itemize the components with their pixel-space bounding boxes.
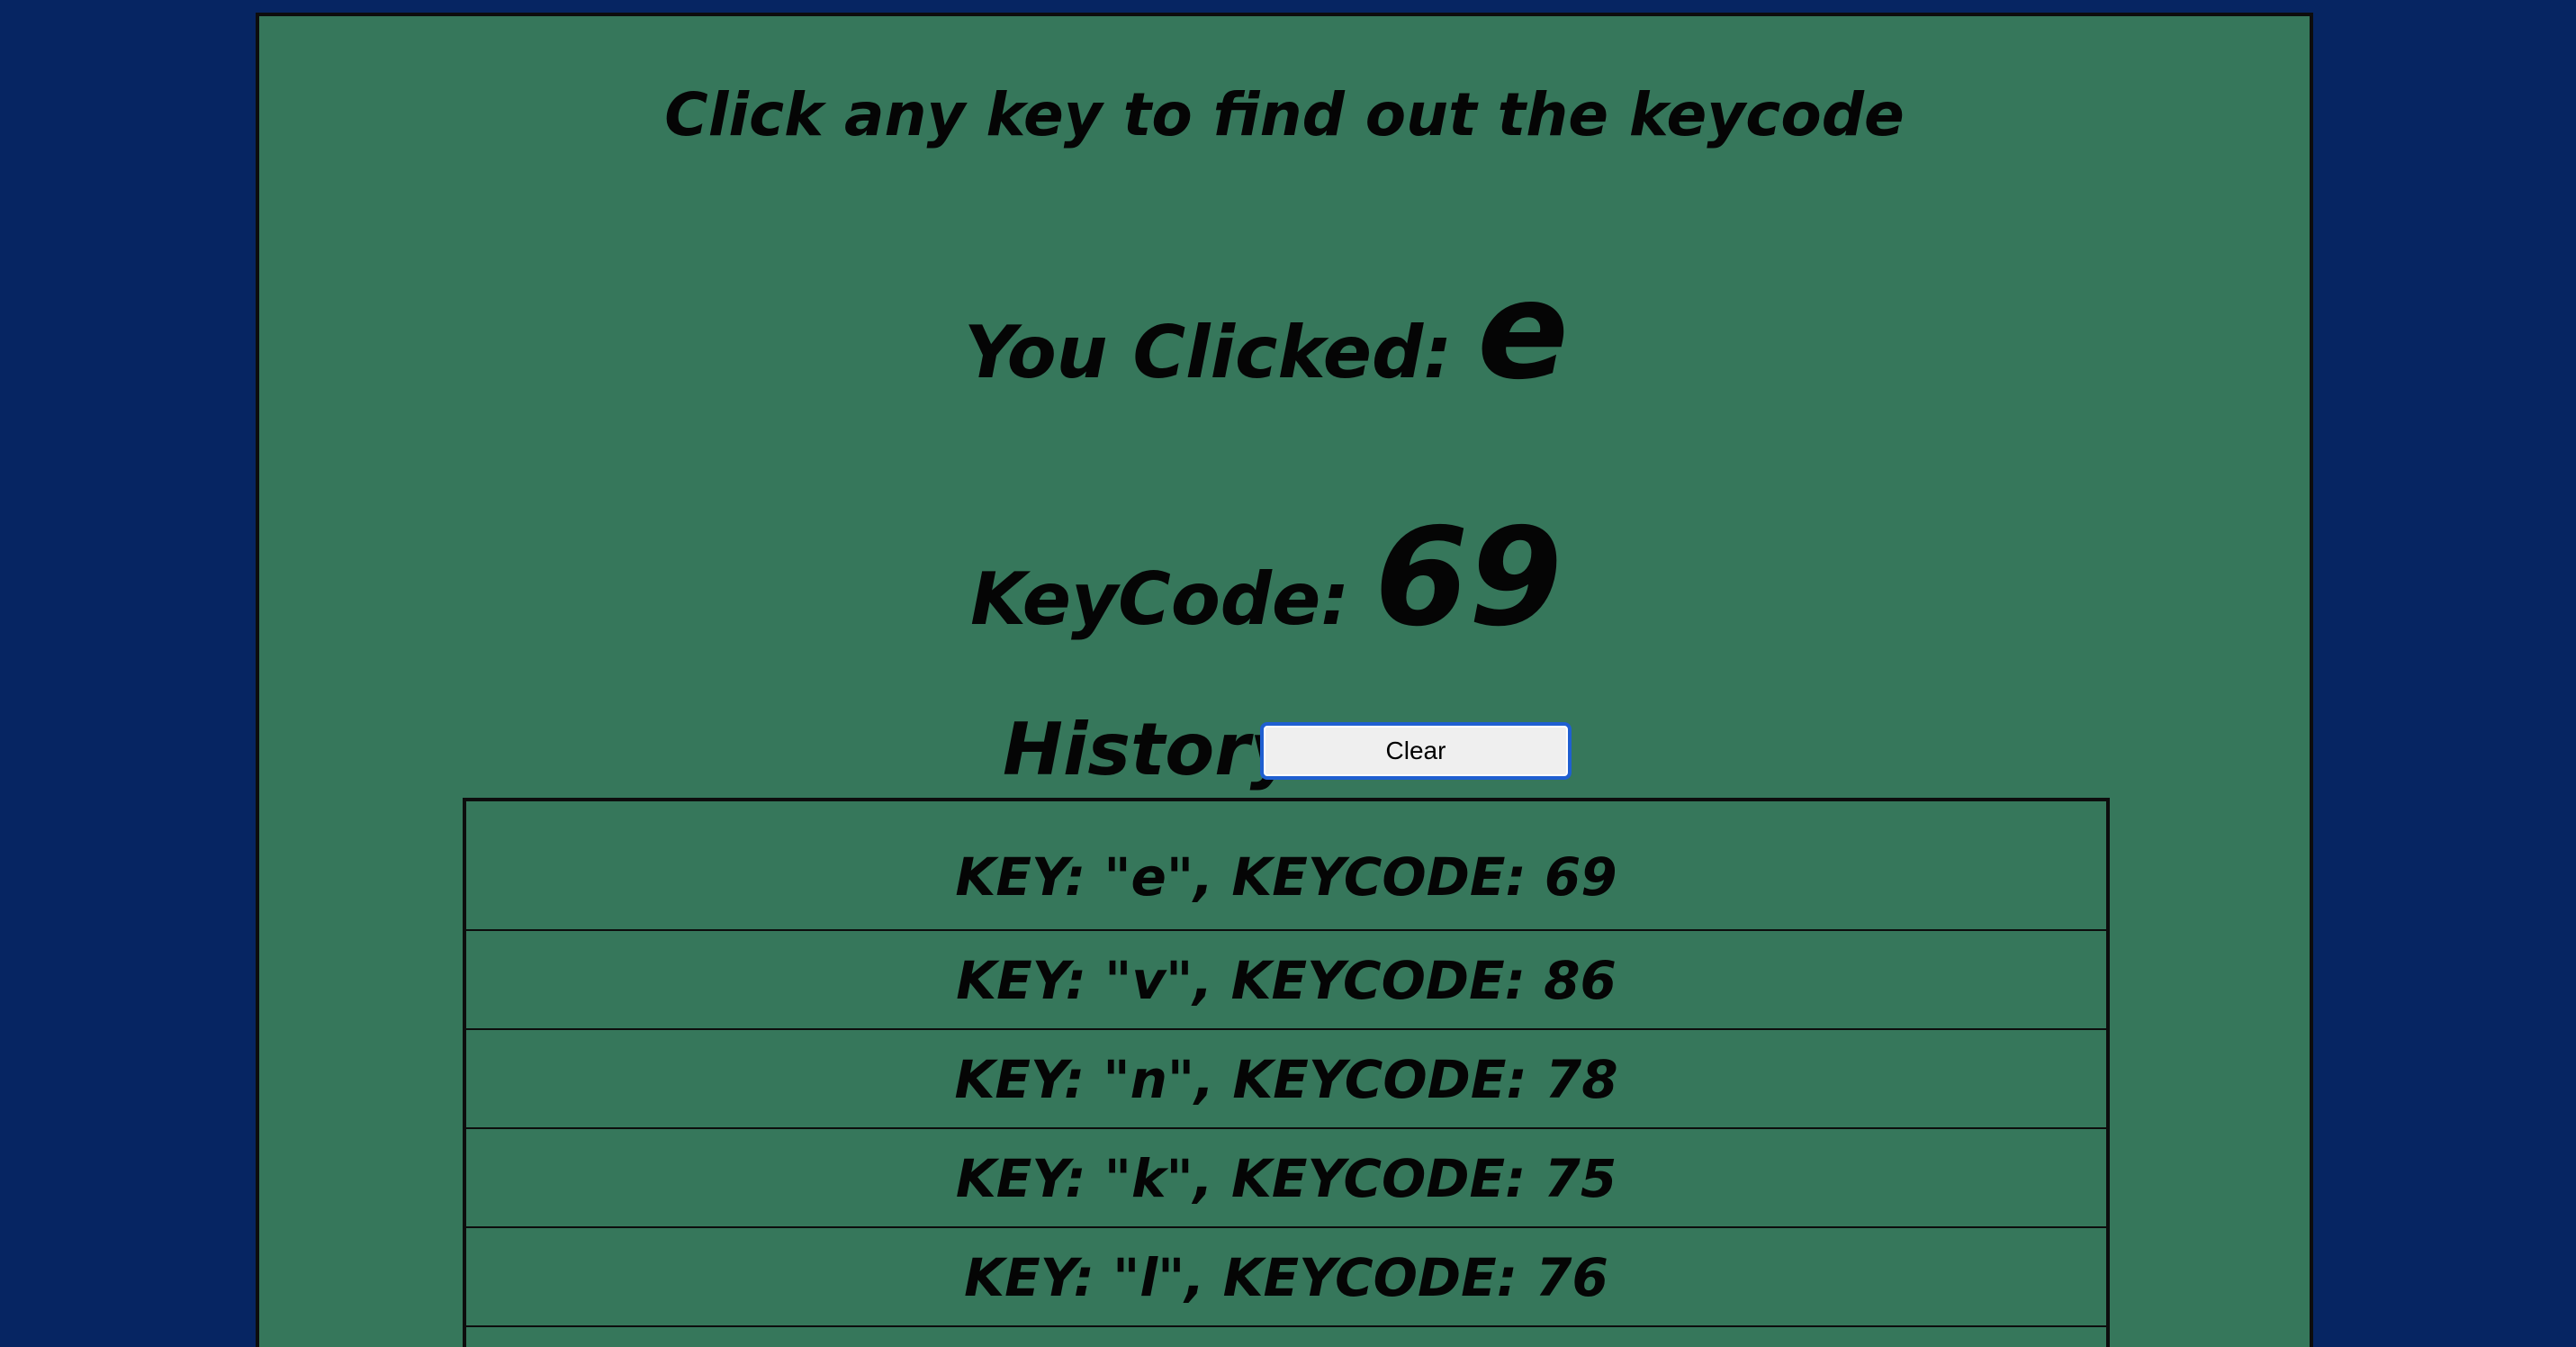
keycode-display: KeyCode: 69 bbox=[241, 488, 2292, 690]
clicked-display: You Clicked: e bbox=[241, 259, 2292, 425]
history-list: KEY: "e", KEYCODE: 69 KEY: "v", KEYCODE:… bbox=[466, 801, 2106, 1327]
clicked-label: You Clicked: bbox=[964, 311, 1453, 394]
history-item: KEY: "e", KEYCODE: 69 bbox=[466, 801, 2106, 931]
page-title: Click any key to find out the keycode bbox=[664, 80, 1905, 149]
clear-button[interactable]: Clear bbox=[1260, 722, 1572, 780]
history-item: KEY: "n", KEYCODE: 78 bbox=[466, 1030, 2106, 1129]
clicked-value: e bbox=[1477, 253, 1569, 410]
history-title: History bbox=[1003, 708, 1297, 791]
history-item: KEY: "l", KEYCODE: 76 bbox=[466, 1228, 2106, 1327]
history-item: KEY: "k", KEYCODE: 75 bbox=[466, 1129, 2106, 1228]
main-panel: Click any key to find out the keycode Yo… bbox=[256, 13, 2313, 1347]
history-list-container: KEY: "e", KEYCODE: 69 KEY: "v", KEYCODE:… bbox=[463, 798, 2110, 1347]
keycode-label: KeyCode: bbox=[970, 557, 1350, 641]
history-item: KEY: "v", KEYCODE: 86 bbox=[466, 931, 2106, 1030]
history-header: History Clear bbox=[259, 701, 2310, 800]
keycode-value: 69 bbox=[1374, 500, 1563, 656]
